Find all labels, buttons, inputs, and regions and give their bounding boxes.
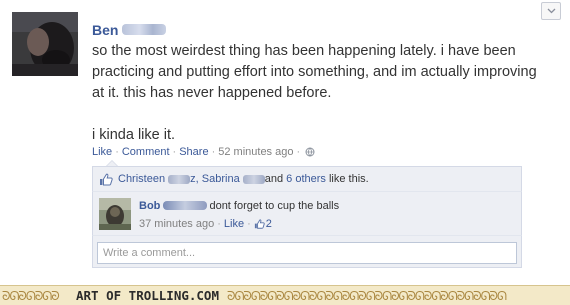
chevron-down-icon — [547, 8, 555, 14]
ornament-border: ᘐᘏᘐᘏᘐᘏᘐᘏᘐᘏᘐᘏᘐᘏᘐᘏᘐᘏᘐᘏᘐᘏᘐᘏᘐᘏᘐᘏᘐᘏᘐᘏᘐᘏ — [227, 288, 507, 303]
commenter-name[interactable]: Bob — [139, 200, 160, 212]
comment-timestamp[interactable]: 37 minutes ago — [139, 218, 214, 230]
liker-name-tail[interactable]: z, — [190, 173, 199, 185]
post-paragraph: so the most weirdest thing has been happ… — [92, 43, 537, 101]
post-action-bar: Like · Comment · Share · 52 minutes ago · — [92, 145, 315, 159]
post-options-button[interactable] — [541, 2, 561, 20]
separator-dot: · — [217, 218, 221, 230]
separator-dot: · — [115, 146, 119, 158]
like-link[interactable]: Like — [92, 146, 112, 158]
separator-dot: · — [296, 146, 301, 158]
separator-dot: · — [172, 146, 177, 158]
comment-meta: 37 minutes ago · Like · 2 — [139, 218, 272, 230]
likes-conjunction: and — [264, 173, 284, 185]
comment-composer — [92, 236, 522, 268]
comment-text: dont forget to cup the balls — [209, 200, 340, 212]
redacted-surname — [122, 24, 167, 36]
feedback-box: Christeen z, Sabrina and 6 others like t… — [92, 160, 522, 268]
redacted-name — [242, 174, 265, 184]
comment-content: Bob dont forget to cup the balls — [139, 200, 339, 212]
watermark-footer: ᘐᘏᘐᘏᘐᘏᘐ ART OF TROLLING.COM ᘐᘏᘐᘏᘐᘏᘐᘏᘐᘏᘐᘏ… — [0, 285, 570, 305]
separator-dot: · — [247, 218, 251, 230]
post-timestamp[interactable]: 52 minutes ago — [218, 146, 293, 158]
likes-suffix: like this. — [328, 173, 369, 185]
author-name[interactable]: Ben — [92, 22, 167, 38]
liker-name[interactable]: Christeen — [118, 173, 165, 185]
comment-item: Bob dont forget to cup the balls 37 minu… — [92, 192, 522, 236]
commenter-avatar[interactable] — [99, 198, 131, 230]
ornament-border: ᘐᘏᘐᘏᘐᘏᘐ — [2, 288, 60, 303]
write-comment-input[interactable] — [97, 242, 517, 264]
post-paragraph: i kinda like it. — [92, 127, 176, 143]
liker-name[interactable]: Sabrina — [202, 173, 240, 185]
likes-summary: Christeen z, Sabrina and 6 others like t… — [92, 166, 522, 192]
author-first-name[interactable]: Ben — [92, 22, 118, 38]
comment-like-count[interactable]: 2 — [266, 218, 272, 230]
redacted-surname — [163, 201, 208, 210]
comment-link[interactable]: Comment — [122, 146, 170, 158]
site-watermark: ART OF TROLLING.COM — [76, 288, 219, 303]
share-link[interactable]: Share — [179, 146, 208, 158]
facebook-post: Ben so the most weirdest thing has been … — [0, 0, 570, 285]
comment-like-link[interactable]: Like — [224, 218, 244, 230]
redacted-name — [168, 174, 191, 184]
author-avatar[interactable] — [12, 12, 78, 76]
thumbs-up-icon[interactable] — [254, 219, 265, 229]
others-link[interactable]: 6 others — [286, 173, 326, 185]
thumbs-up-icon — [100, 173, 113, 185]
separator-dot: · — [211, 146, 216, 158]
post-body: so the most weirdest thing has been happ… — [92, 41, 552, 146]
globe-icon[interactable] — [305, 147, 315, 157]
